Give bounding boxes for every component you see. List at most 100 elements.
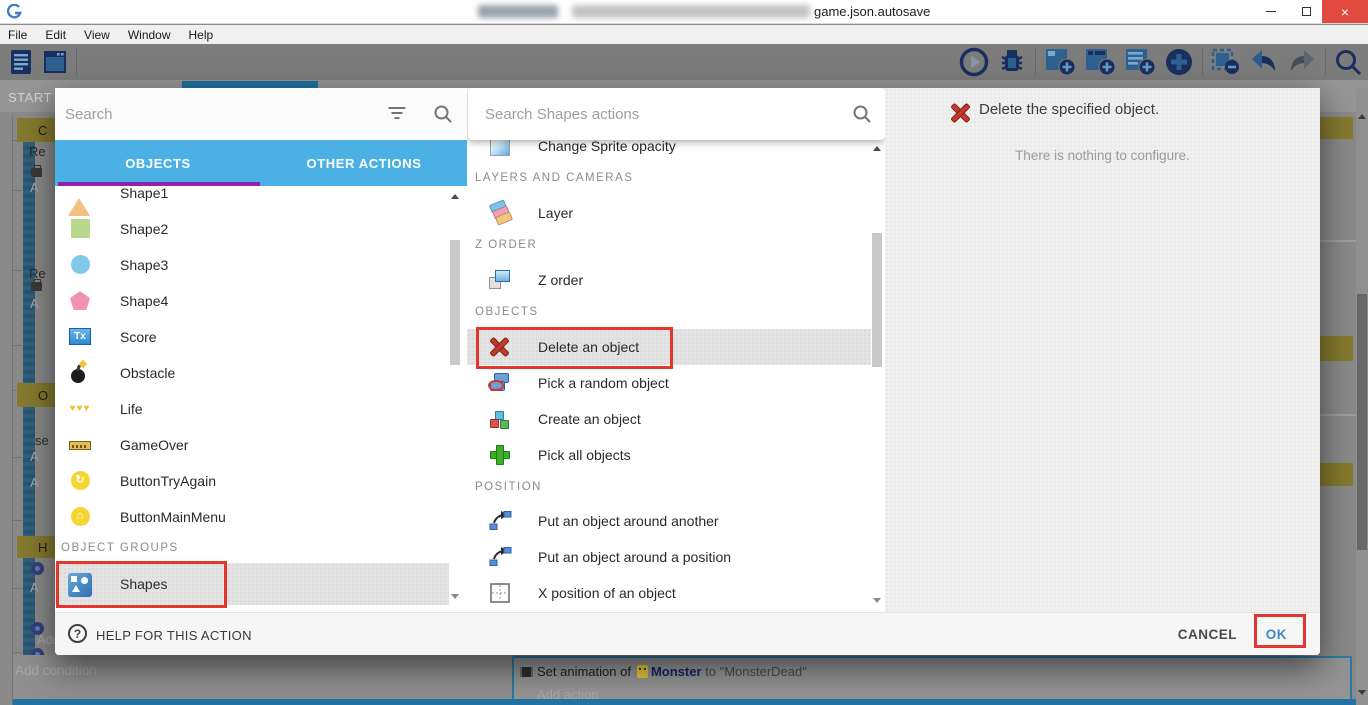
scroll-down-icon[interactable]: [451, 594, 459, 599]
main-scrollbar-thumb[interactable]: [1357, 294, 1367, 550]
action-parameter: to "MonsterDead": [705, 664, 807, 679]
event-divider: [1320, 414, 1356, 416]
action-object-name: Monster: [651, 664, 702, 679]
main-scrollbar[interactable]: [1356, 88, 1368, 705]
tab-objects[interactable]: OBJECTS: [55, 140, 261, 186]
help-icon[interactable]: ?: [68, 624, 87, 643]
object-row-shape4[interactable]: Shape4: [55, 283, 449, 319]
action-row-pick-all[interactable]: Pick all objects: [467, 437, 871, 473]
redacted-title-text: [478, 5, 558, 18]
section-objects: OBJECTS: [475, 306, 539, 318]
toolbar-separator: [1202, 48, 1203, 76]
actions-scrollbar-thumb[interactable]: [872, 233, 882, 367]
action-row-x-position[interactable]: X position of an object: [467, 575, 871, 611]
menu-file[interactable]: File: [0, 25, 36, 44]
event-text-fragment: A: [30, 296, 39, 311]
home-button-icon: ⌂: [68, 505, 92, 529]
action-row-pick-random[interactable]: Pick a random object: [467, 365, 871, 401]
add-event-icon[interactable]: [1044, 47, 1076, 77]
object-row-life[interactable]: ♥♥♥Life: [55, 391, 449, 427]
remove-event-icon[interactable]: [1211, 47, 1241, 77]
menu-edit[interactable]: Edit: [36, 25, 75, 44]
debug-bug-icon[interactable]: [997, 47, 1027, 77]
event-text-fragment: A: [30, 180, 39, 195]
preview-window-icon[interactable]: [42, 49, 68, 75]
menu-window[interactable]: Window: [119, 25, 180, 44]
object-row-gameover[interactable]: GameOver: [55, 427, 449, 463]
redo-icon[interactable]: [1287, 47, 1317, 77]
dialog-footer: ? HELP FOR THIS ACTION CANCEL OK: [55, 612, 1320, 655]
actions-search-input[interactable]: [485, 100, 825, 128]
action-row-create-object[interactable]: Create an object: [467, 401, 871, 437]
object-row-obstacle[interactable]: Obstacle: [55, 355, 449, 391]
action-row-layer[interactable]: Layer: [467, 195, 871, 231]
delete-x-icon: [949, 101, 973, 125]
toolbar-separator: [76, 48, 77, 76]
object-row-shape2[interactable]: Shape2: [55, 211, 449, 247]
search-icon[interactable]: [1334, 48, 1362, 76]
action-row-put-around-position[interactable]: Put an object around a position: [467, 539, 871, 575]
event-text-fragment: A: [30, 580, 39, 595]
project-document-icon[interactable]: [8, 48, 34, 76]
comment-event-fragment: [1320, 117, 1353, 139]
event-text-fragment: Re: [29, 144, 46, 159]
objects-scrollbar-thumb[interactable]: [450, 240, 460, 365]
object-row-shape3[interactable]: Shape3: [55, 247, 449, 283]
action-title: Delete the specified object.: [979, 101, 1159, 118]
create-object-icon: [488, 407, 512, 431]
document-title: game.json.autosave: [814, 4, 930, 19]
close-button[interactable]: ×: [1322, 0, 1368, 23]
add-comment-event-icon[interactable]: [1124, 47, 1156, 77]
scroll-up-icon[interactable]: [1358, 114, 1366, 119]
scroll-down-icon[interactable]: [1358, 690, 1366, 695]
action-row-z-order[interactable]: Z order: [467, 262, 871, 298]
tab-other-actions[interactable]: OTHER ACTIONS: [261, 140, 467, 186]
actions-search-bar: [468, 88, 885, 140]
cancel-button[interactable]: CANCEL: [1178, 627, 1237, 642]
scroll-up-icon[interactable]: [873, 146, 881, 151]
object-groups-header: OBJECT GROUPS: [61, 542, 179, 554]
objects-scrollbar[interactable]: [449, 186, 461, 612]
object-row-score[interactable]: TxScore: [55, 319, 449, 355]
comment-event-fragment: H: [17, 536, 55, 558]
retry-button-icon: ↻: [68, 469, 92, 493]
event-tree-line: [12, 115, 13, 705]
comment-event-fragment: O: [17, 383, 55, 407]
scene-tab-label: START: [8, 90, 52, 105]
pick-random-icon: [488, 371, 512, 395]
object-row-buttonmainmenu[interactable]: ⌂ButtonMainMenu: [55, 499, 449, 535]
help-link[interactable]: HELP FOR THIS ACTION: [96, 628, 252, 643]
object-search-input[interactable]: [65, 100, 375, 128]
comment-event-fragment: [1320, 463, 1353, 486]
comment-event-fragment: [1320, 336, 1353, 361]
undo-icon[interactable]: [1249, 47, 1279, 77]
search-icon[interactable]: [852, 104, 872, 124]
square-icon: [68, 217, 92, 241]
object-row-buttontryagain[interactable]: ↻ButtonTryAgain: [55, 463, 449, 499]
scroll-up-icon[interactable]: [451, 194, 459, 199]
monster-object-icon: [637, 665, 648, 678]
filter-icon[interactable]: [388, 107, 406, 121]
actions-scrollbar[interactable]: [871, 140, 883, 612]
add-new-icon[interactable]: [1164, 47, 1194, 77]
play-icon[interactable]: [959, 47, 989, 77]
section-layers-cameras: LAYERS AND CAMERAS: [475, 172, 633, 184]
scroll-down-icon[interactable]: [873, 598, 881, 603]
event-text-fragment: se: [35, 433, 49, 448]
text-object-icon: Tx: [68, 325, 92, 349]
briefcase-icon: [31, 168, 42, 177]
search-icon[interactable]: [433, 104, 453, 124]
action-row-put-around-another[interactable]: Put an object around another: [467, 503, 871, 539]
object-tabs: OBJECTS OTHER ACTIONS: [55, 140, 467, 186]
menu-help[interactable]: Help: [180, 25, 223, 44]
banner-icon: [68, 433, 92, 457]
event-text-fragment: A: [30, 475, 39, 490]
maximize-button[interactable]: [1290, 0, 1322, 23]
add-subevent-icon[interactable]: [1084, 47, 1116, 77]
minimize-button[interactable]: [1255, 0, 1287, 23]
annotation-box-shapes: [56, 561, 227, 608]
menu-view[interactable]: View: [75, 25, 119, 44]
event-block-border: [13, 699, 1356, 705]
empty-config-message: There is nothing to configure.: [885, 148, 1320, 163]
action-text: Set animation ofMonster to "MonsterDead": [537, 664, 807, 679]
